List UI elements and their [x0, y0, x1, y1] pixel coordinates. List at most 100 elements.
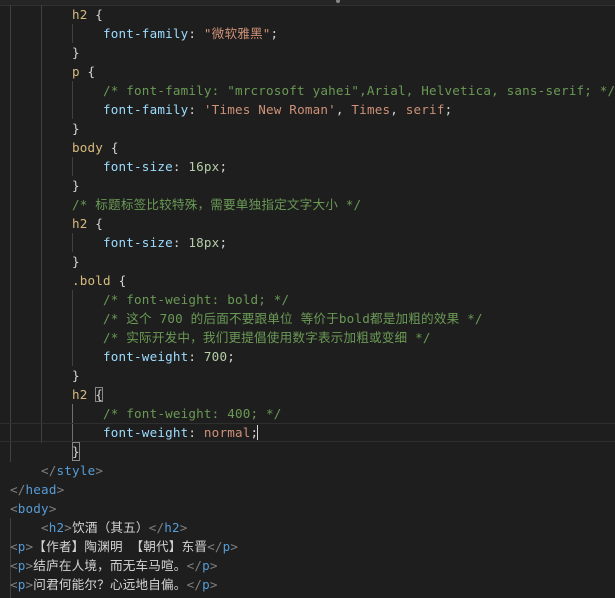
code-line[interactable]: /* font-weight: 400; */	[0, 404, 281, 423]
tag-bracket: >	[95, 463, 104, 478]
tag-bracket: >	[209, 558, 218, 573]
closing-brace: }	[72, 45, 80, 60]
punctuation: ;	[227, 349, 235, 364]
code-line[interactable]: font-size: 18px;	[0, 233, 227, 252]
css-selector: h2	[72, 216, 88, 231]
html-text: 【作者】陶渊明 【朝代】东晋	[33, 539, 208, 554]
tag-bracket: </	[10, 482, 26, 497]
code-line[interactable]: h2 {	[0, 5, 103, 24]
code-line[interactable]: <p>【作者】陶渊明 【朝代】东晋</p>	[0, 537, 238, 556]
code-line-current[interactable]: font-weight: normal;	[0, 423, 615, 442]
tag-bracket: <	[41, 520, 49, 535]
code-line[interactable]: /* 这个 700 的后面不要跟单位 等价于bold都是加粗的效果 */	[0, 309, 482, 328]
closing-brace: }	[72, 121, 80, 136]
closing-brace: }	[72, 254, 80, 269]
html-text: 饮酒（其五）	[72, 520, 149, 535]
code-line[interactable]: .bold {	[0, 271, 126, 290]
punctuation: {	[110, 273, 127, 288]
tag-bracket: >	[209, 577, 218, 592]
code-comment: /* 这个 700 的后面不要跟单位 等价于bold都是加粗的效果 */	[103, 311, 483, 326]
tag-bracket: >	[56, 482, 65, 497]
punctuation: ,	[390, 102, 406, 117]
css-selector: .bold	[72, 273, 111, 288]
code-line[interactable]: /* 实际开发中，我们更提倡使用数字表示加粗或变细 */	[0, 328, 430, 347]
code-line[interactable]: p {	[0, 62, 95, 81]
tag-bracket: </	[148, 520, 165, 535]
html-tag-name: p	[17, 539, 26, 554]
code-line[interactable]: </style>	[0, 461, 103, 480]
punctuation: :	[188, 26, 204, 41]
css-selector: body	[72, 140, 104, 155]
punctuation: :	[188, 425, 204, 440]
code-line[interactable]: font-family: 'Times New Roman', Times, s…	[0, 100, 452, 119]
css-selector: h2	[72, 7, 88, 22]
css-value: 'Times New Roman'	[203, 102, 336, 117]
code-line[interactable]: h2 {	[0, 214, 103, 233]
code-line[interactable]: font-weight: 700;	[0, 347, 235, 366]
css-property: font-size	[103, 235, 173, 250]
code-comment: /* font-weight: 400; */	[103, 406, 282, 421]
html-tag-name: p	[17, 577, 26, 592]
punctuation: {	[79, 64, 96, 79]
tag-bracket: >	[48, 501, 57, 516]
punctuation: {	[87, 7, 104, 22]
code-line[interactable]: }	[0, 366, 80, 385]
code-line[interactable]: font-family: "微软雅黑";	[0, 24, 278, 43]
punctuation: :	[172, 235, 189, 250]
tag-bracket: >	[230, 539, 239, 554]
closing-brace: }	[72, 368, 80, 383]
css-value: "微软雅黑"	[203, 26, 271, 41]
code-line[interactable]: h2 {	[0, 385, 104, 404]
html-tag-name: p	[17, 558, 26, 573]
html-tag-name: h2	[164, 520, 180, 535]
css-property: font-weight	[103, 425, 189, 440]
code-line[interactable]: <p>问君何能尔？心远地自偏。</p>	[0, 575, 217, 594]
code-line[interactable]: }	[0, 252, 80, 271]
html-tag-name: p	[202, 558, 210, 573]
css-value: serif	[405, 102, 445, 117]
css-property: font-weight	[103, 349, 189, 364]
indent-guide	[72, 24, 73, 43]
code-comment: /* 标题标签比较特殊，需要单独指定文字大小 */	[72, 197, 362, 212]
code-line[interactable]: <h2>饮酒（其五）</h2>	[0, 518, 187, 537]
closing-brace: }	[72, 178, 80, 193]
html-text: 结庐在人境，而无车马喧。	[33, 558, 187, 573]
tag-bracket: <	[10, 577, 18, 592]
tag-bracket: <	[10, 501, 18, 516]
matched-bracket: {	[95, 387, 104, 402]
matched-bracket: }	[72, 442, 80, 461]
html-text: 问君何能尔？心远地自偏。	[33, 577, 187, 592]
indent-guide	[72, 157, 73, 176]
code-line[interactable]: /* font-weight: bold; */	[0, 290, 289, 309]
tag-bracket: </	[186, 558, 203, 573]
code-line[interactable]: </head>	[0, 480, 64, 499]
punctuation: ;	[270, 26, 279, 41]
code-line[interactable]: font-size: 16px;	[0, 157, 227, 176]
tag-bracket: >	[179, 520, 188, 535]
css-property: font-family	[103, 26, 189, 41]
css-number: 16px	[188, 159, 220, 174]
tag-bracket: >	[64, 520, 73, 535]
code-line[interactable]: /* 标题标签比较特殊，需要单独指定文字大小 */	[0, 195, 361, 214]
code-comment: /* 实际开发中，我们更提倡使用数字表示加粗或变细 */	[103, 330, 431, 345]
tag-bracket: </	[41, 463, 57, 478]
tag-bracket: </	[207, 539, 223, 554]
punctuation: :	[172, 159, 189, 174]
css-selector: p	[72, 64, 80, 79]
code-line[interactable]: }	[0, 119, 80, 138]
code-line[interactable]: <p>结庐在人境，而无车马喧。</p>	[0, 556, 217, 575]
code-line[interactable]: }	[0, 43, 80, 62]
code-line[interactable]: body {	[0, 138, 118, 157]
css-number: 700	[203, 349, 228, 364]
css-selector: h2	[72, 387, 88, 402]
code-line[interactable]: }	[0, 442, 80, 461]
code-line[interactable]: }	[0, 176, 80, 195]
tag-bracket: <	[10, 558, 18, 573]
code-comment: /* font-family: "mrcrosoft yahei",Arial,…	[103, 83, 615, 98]
code-line[interactable]: <body>	[0, 499, 56, 518]
code-editor[interactable]: h2 { font-family: "微软雅黑"; } p { /* font-…	[0, 0, 615, 598]
code-line[interactable]: /* font-family: "mrcrosoft yahei",Arial,…	[0, 81, 615, 100]
indent-guide	[41, 5, 42, 443]
html-tag-name: body	[17, 501, 49, 516]
html-tag-name: style	[56, 463, 96, 478]
